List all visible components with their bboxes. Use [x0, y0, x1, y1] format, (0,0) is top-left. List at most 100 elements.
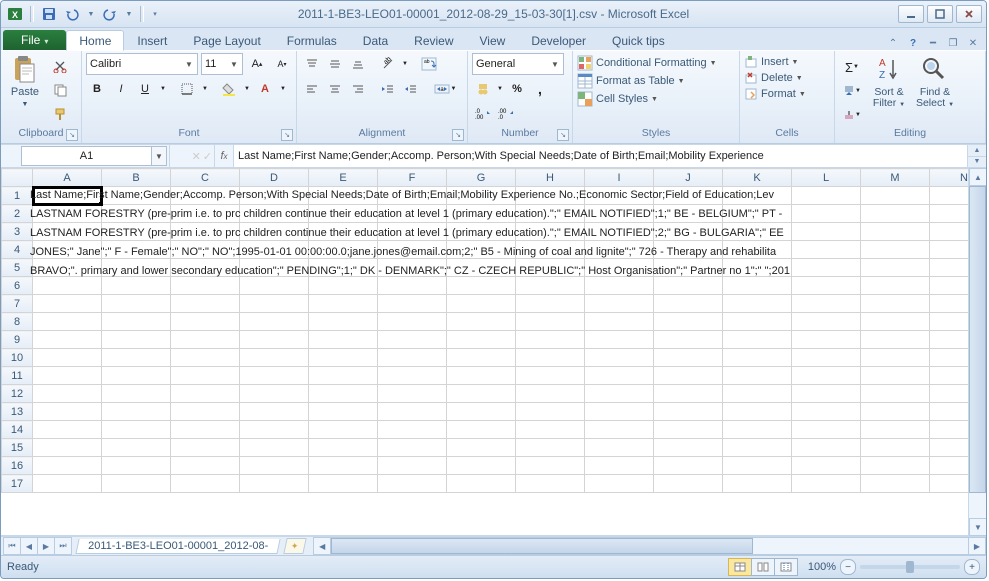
vertical-scroll-thumb[interactable]	[969, 186, 986, 493]
cell[interactable]	[171, 277, 240, 295]
decrease-indent-icon[interactable]	[377, 78, 399, 100]
column-header[interactable]: M	[861, 169, 930, 187]
cell[interactable]	[102, 277, 171, 295]
cell[interactable]	[378, 439, 447, 457]
cell[interactable]	[585, 313, 654, 331]
merge-center-icon[interactable]: a▼	[430, 78, 460, 100]
cell[interactable]	[171, 439, 240, 457]
cell[interactable]	[861, 475, 930, 493]
cell[interactable]	[723, 367, 792, 385]
cell[interactable]	[654, 349, 723, 367]
cell[interactable]	[309, 403, 378, 421]
zoom-slider[interactable]	[860, 565, 960, 569]
cell[interactable]	[654, 331, 723, 349]
cell[interactable]	[171, 295, 240, 313]
cell[interactable]	[171, 241, 240, 259]
cell[interactable]	[723, 205, 792, 223]
column-header[interactable]: J	[654, 169, 723, 187]
row-header[interactable]: 12	[2, 385, 33, 403]
cell[interactable]	[102, 457, 171, 475]
cell[interactable]	[861, 331, 930, 349]
cell[interactable]	[240, 475, 309, 493]
cell[interactable]	[309, 259, 378, 277]
cell[interactable]	[723, 295, 792, 313]
cell[interactable]	[102, 313, 171, 331]
column-header[interactable]: A	[33, 169, 102, 187]
cell[interactable]	[447, 241, 516, 259]
help-icon[interactable]: ?	[906, 36, 920, 50]
redo-dropdown-icon[interactable]: ▼	[123, 4, 135, 24]
row-header[interactable]: 13	[2, 403, 33, 421]
font-name-combo[interactable]: Calibri▼	[86, 53, 198, 75]
cell[interactable]	[654, 385, 723, 403]
cell[interactable]	[723, 187, 792, 205]
cell[interactable]	[930, 349, 969, 367]
dialog-launcher-icon[interactable]: ↘	[66, 129, 78, 141]
workbook-restore-icon[interactable]: ❐	[946, 36, 960, 50]
row-header[interactable]: 7	[2, 295, 33, 313]
workbook-minimize-icon[interactable]: ━	[926, 36, 940, 50]
cell[interactable]	[378, 457, 447, 475]
row-header[interactable]: 5	[2, 259, 33, 277]
cell[interactable]	[861, 367, 930, 385]
column-header[interactable]: N	[930, 169, 969, 187]
align-left-icon[interactable]	[301, 78, 323, 100]
cell[interactable]	[102, 259, 171, 277]
cell[interactable]	[792, 205, 861, 223]
cell[interactable]	[240, 205, 309, 223]
normal-view-icon[interactable]	[728, 558, 752, 576]
cell[interactable]	[240, 331, 309, 349]
cell[interactable]	[240, 367, 309, 385]
cell[interactable]	[861, 295, 930, 313]
cell[interactable]	[930, 241, 969, 259]
column-header[interactable]: C	[171, 169, 240, 187]
copy-icon[interactable]	[49, 79, 71, 101]
cell[interactable]	[33, 385, 102, 403]
cell[interactable]	[33, 331, 102, 349]
cell[interactable]	[447, 439, 516, 457]
tab-insert[interactable]: Insert	[124, 30, 180, 51]
font-color-dropdown-icon[interactable]: ▼	[278, 78, 288, 100]
cell[interactable]	[309, 421, 378, 439]
cell[interactable]	[930, 475, 969, 493]
cell[interactable]	[861, 205, 930, 223]
cell[interactable]	[102, 187, 171, 205]
cell[interactable]	[309, 385, 378, 403]
formula-input[interactable]: Last Name;First Name;Gender;Accomp. Pers…	[234, 145, 967, 167]
cell[interactable]	[516, 475, 585, 493]
tab-developer[interactable]: Developer	[518, 30, 599, 51]
cell[interactable]	[309, 457, 378, 475]
sort-filter-button[interactable]: AZ Sort & Filter ▼	[867, 53, 911, 111]
horizontal-scrollbar[interactable]: ◀ ▶	[313, 537, 986, 555]
cell[interactable]	[240, 277, 309, 295]
cell[interactable]	[378, 403, 447, 421]
cell[interactable]	[723, 223, 792, 241]
zoom-level[interactable]: 100%	[808, 561, 836, 573]
cell[interactable]	[585, 457, 654, 475]
cell[interactable]	[585, 241, 654, 259]
cell[interactable]	[516, 259, 585, 277]
cell[interactable]	[378, 205, 447, 223]
name-box-dropdown-icon[interactable]: ▼	[152, 146, 167, 166]
cell[interactable]	[723, 385, 792, 403]
cell[interactable]	[33, 403, 102, 421]
autosum-icon[interactable]: Σ▼	[839, 56, 865, 78]
cell[interactable]	[447, 295, 516, 313]
cell[interactable]	[240, 349, 309, 367]
cell[interactable]	[861, 421, 930, 439]
row-header[interactable]: 9	[2, 331, 33, 349]
cell[interactable]	[585, 277, 654, 295]
tab-home[interactable]: Home	[66, 30, 124, 51]
cell[interactable]	[309, 475, 378, 493]
cell[interactable]	[930, 439, 969, 457]
bold-icon[interactable]: B	[86, 78, 108, 100]
cell[interactable]	[516, 277, 585, 295]
horizontal-scroll-thumb[interactable]	[331, 538, 753, 554]
cell[interactable]	[930, 277, 969, 295]
cell[interactable]	[447, 367, 516, 385]
vertical-scrollbar[interactable]: ▲ ▼	[968, 168, 986, 536]
cell[interactable]	[378, 313, 447, 331]
cell[interactable]	[378, 367, 447, 385]
cell[interactable]	[723, 457, 792, 475]
cell[interactable]	[33, 439, 102, 457]
